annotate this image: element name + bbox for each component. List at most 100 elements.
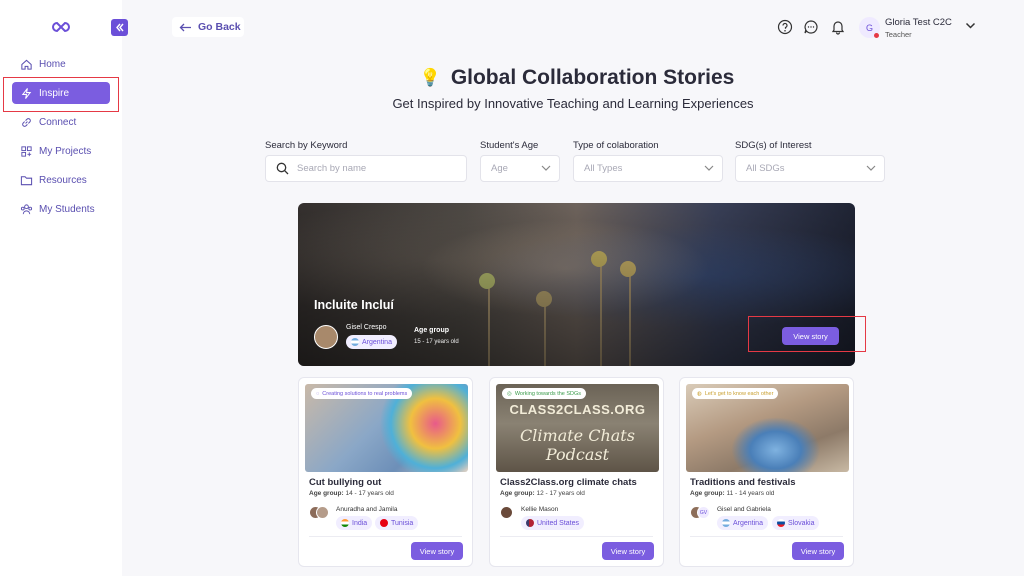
country-label: Tunisia: [391, 519, 414, 527]
story-authors: Kellie Mason: [521, 506, 559, 513]
view-story-button[interactable]: View story: [792, 542, 844, 560]
story-title: Cut bullying out: [309, 477, 382, 488]
story-age: Age group: 14 - 17 years old: [309, 490, 394, 497]
tunisia-flag-icon: [380, 519, 388, 527]
type-filter-label: Type of colaboration: [573, 140, 659, 151]
story-avatars: GV: [690, 506, 710, 520]
story-tag-label: Working towards the SDGs: [514, 390, 582, 397]
globe-icon: ◎: [507, 390, 512, 397]
avatar: [316, 506, 329, 519]
chevron-down-icon: [704, 165, 714, 171]
hero-age-label: Age group: [414, 327, 449, 334]
page-title: Global Collaboration Stories: [450, 66, 735, 89]
type-select[interactable]: All Types: [573, 155, 723, 182]
projects-icon: [21, 145, 32, 157]
story-age-value: 11 - 14 years old: [726, 490, 775, 497]
story-age-value: 12 - 17 years old: [536, 490, 585, 497]
story-card[interactable]: ◌ Creating solutions to real problems Cu…: [298, 377, 473, 567]
country-chip: Argentina: [717, 516, 768, 530]
sidebar-item-label: Connect: [39, 116, 77, 128]
avatar: [500, 506, 513, 519]
story-tag-label: Creating solutions to real problems: [322, 390, 408, 397]
hero-title: Incluite Incluí: [314, 298, 394, 312]
link-icon: [22, 117, 31, 127]
sidebar-item-my-projects[interactable]: My Projects: [12, 140, 110, 162]
story-image: ◎ Working towards the SDGs CLASS2CLASS.O…: [496, 384, 659, 472]
country-chip: Tunisia: [375, 516, 419, 530]
argentina-flag-icon: [722, 519, 730, 527]
user-name[interactable]: Gloria Test C2C: [885, 17, 952, 28]
search-placeholder: Search by name: [297, 163, 367, 174]
avatar: [314, 325, 338, 349]
sdg-select-value: All SDGs: [746, 163, 785, 174]
type-select-value: All Types: [584, 163, 623, 174]
folder-icon: [20, 175, 33, 185]
keyword-filter-label: Search by Keyword: [265, 140, 348, 151]
story-avatars: [500, 506, 520, 520]
story-title: Class2Class.org climate chats: [500, 477, 637, 488]
country-chip: India: [336, 516, 373, 530]
user-role: Teacher: [885, 30, 912, 39]
story-title: Traditions and festivals: [690, 477, 796, 488]
chevron-down-icon: [541, 165, 551, 171]
divider: [500, 536, 653, 537]
chat-icon[interactable]: [803, 19, 819, 35]
country-label: Argentina: [733, 519, 763, 527]
story-image: ◍ Let's get to know each other: [686, 384, 849, 472]
sidebar-item-resources[interactable]: Resources: [12, 169, 110, 191]
sidebar-item-connect[interactable]: Connect: [12, 111, 110, 133]
go-back-label: Go Back: [198, 21, 241, 33]
highlight-frame: [748, 316, 866, 352]
status-dot: [874, 33, 879, 38]
students-icon: [20, 203, 33, 214]
country-chip: Slovakia: [772, 516, 820, 530]
age-filter-label: Student's Age: [480, 140, 539, 151]
story-tag: ◌ Creating solutions to real problems: [311, 388, 413, 399]
story-image: ◌ Creating solutions to real problems: [305, 384, 468, 472]
lightbulb-icon: 💡: [419, 68, 441, 87]
bell-icon[interactable]: [830, 19, 846, 35]
story-authors: Anuradha and Jamila: [336, 506, 398, 513]
story-authors: Gisel and Gabriela: [717, 506, 771, 513]
story-avatars: [309, 506, 329, 520]
country-chip: United States: [521, 516, 585, 530]
country-label: Slovakia: [788, 519, 815, 527]
story-age: Age group: 12 - 17 years old: [500, 490, 585, 497]
collapse-sidebar-button[interactable]: [111, 19, 128, 36]
logo-icon[interactable]: [51, 19, 71, 35]
sidebar-item-my-students[interactable]: My Students: [12, 198, 110, 220]
double-chevron-left-icon: [116, 23, 124, 32]
divider: [690, 536, 843, 537]
story-card[interactable]: ◍ Let's get to know each other Tradition…: [679, 377, 854, 567]
story-card[interactable]: ◎ Working towards the SDGs CLASS2CLASS.O…: [489, 377, 664, 567]
country-label: United States: [537, 519, 580, 527]
sidebar-item-label: Resources: [39, 174, 87, 186]
view-story-button[interactable]: View story: [602, 542, 654, 560]
handshake-icon: ◍: [697, 390, 702, 397]
help-icon[interactable]: [777, 19, 793, 35]
story-age-value: 14 - 17 years old: [345, 490, 394, 497]
go-back-button[interactable]: Go Back: [172, 17, 244, 37]
story-age-label: Age group:: [500, 490, 535, 497]
view-story-button[interactable]: View story: [411, 542, 463, 560]
sidebar-item-label: My Projects: [39, 145, 92, 157]
story-tag-label: Let's get to know each other: [704, 390, 774, 397]
country-label: Argentina: [362, 338, 392, 346]
country-chip: Argentina: [346, 335, 397, 349]
page-header: 💡 Global Collaboration Stories: [0, 66, 1024, 90]
lightbulb-icon: ◌: [316, 390, 320, 397]
slovakia-flag-icon: [777, 519, 785, 527]
country-label: India: [352, 519, 368, 527]
chevron-down-icon[interactable]: [965, 22, 976, 30]
search-input[interactable]: Search by name: [265, 155, 467, 182]
page-subtitle: Get Inspired by Innovative Teaching and …: [392, 96, 754, 111]
chevron-down-icon: [866, 165, 876, 171]
sdg-select[interactable]: All SDGs: [735, 155, 885, 182]
image-caption-main: Climate Chats Podcast: [520, 426, 635, 464]
divider: [309, 536, 462, 537]
age-select[interactable]: Age: [480, 155, 560, 182]
arrow-left-icon: [179, 23, 191, 31]
story-tag: ◎ Working towards the SDGs: [502, 388, 587, 399]
sidebar-item-label: My Students: [39, 203, 95, 215]
usa-flag-icon: [526, 519, 534, 527]
